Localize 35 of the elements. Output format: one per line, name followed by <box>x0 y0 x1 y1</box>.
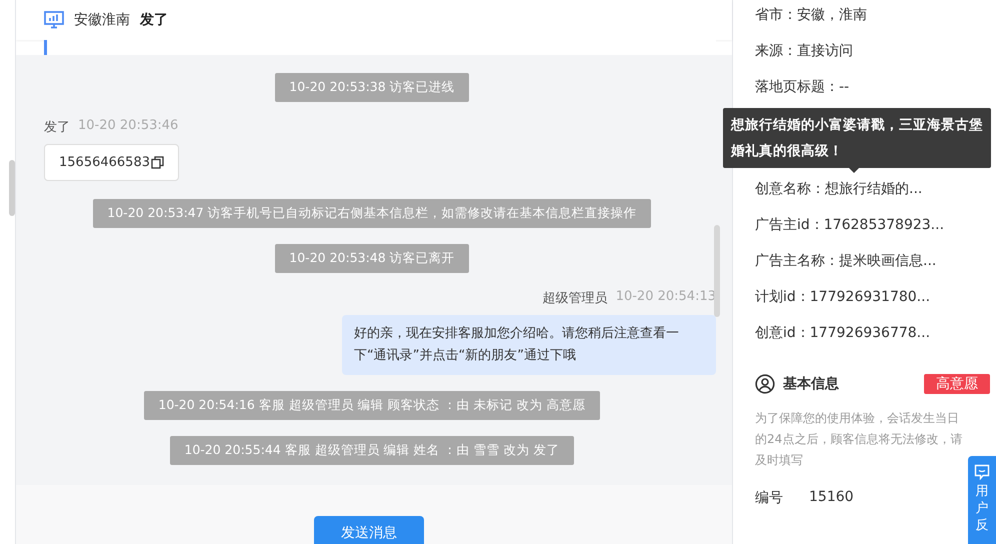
chat-icon <box>974 464 990 480</box>
scrollbar-thumb[interactable] <box>714 225 720 317</box>
scrollbar-thumb[interactable] <box>9 160 15 216</box>
system-message: 10-20 20:53:47 访客手机号已自动标记右侧基本信息栏，如需修改请在基本信息栏直接操作 <box>93 199 651 228</box>
send-button[interactable]: 发送消息 <box>314 516 424 544</box>
monitor-chart-icon <box>44 11 64 29</box>
status-tag[interactable]: 高意愿 <box>924 374 990 394</box>
info-row-text: 广告主id：176285378923... <box>755 216 946 235</box>
sender-name: 超级管理员 <box>542 290 608 307</box>
feedback-button[interactable]: 用户反 <box>968 456 996 544</box>
message-time: 10-20 20:53:46 <box>78 118 178 135</box>
system-message: 10-20 20:53:38 访客已进线 <box>275 73 469 102</box>
message-bubble: 好的亲，现在安排客服加您介绍哈。请您稍后注意查看一下“通讯录”并点击“新的朋友”通过下哦 <box>342 315 716 375</box>
section-title: 基本信息 <box>783 375 840 393</box>
message-time: 10-20 20:54:13 <box>616 289 716 306</box>
user-icon <box>755 374 775 394</box>
notice-text: 为了保障您的使用体验，会话发生当日的24点之后，顾客信息将无法修改，请及时填写 <box>755 410 964 469</box>
info-row-text: 省市：安徽，淮南 <box>755 6 868 25</box>
field-label: 编号 <box>755 489 783 507</box>
tooltip-text: 想旅行结婚的小富婆请戳，三亚海景古堡婚礼真的很高级！ <box>731 117 983 159</box>
copy-icon[interactable] <box>150 156 164 169</box>
system-message: 10-20 20:53:48 访客已离开 <box>275 244 469 273</box>
sender-name: 发了 <box>44 119 70 136</box>
info-row-text: 创意名称：想旅行结婚的... <box>755 180 924 199</box>
info-row-text: 广告主名称：提米映画信息... <box>755 252 938 271</box>
visitor-name: 发了 <box>140 11 168 29</box>
message-bubble: 15656466583 <box>44 144 179 181</box>
system-message: 10-20 20:55:44 客服 超级管理员 编辑 姓名 ：由 雪雪 改为 发了 <box>170 436 574 465</box>
system-message: 10-20 20:54:16 客服 超级管理员 编辑 顾客状态 ：由 未标记 改为 高意愿 <box>144 391 600 420</box>
info-row-text: 创意id：177926936778... <box>755 324 932 343</box>
info-row-text: 计划id：177926931780... <box>755 288 932 307</box>
field-value: 15160 <box>809 489 854 507</box>
info-row-text: 来源：直接访问 <box>755 42 854 61</box>
visitor-location: 安徽淮南 <box>74 11 130 29</box>
info-row-text: 落地页标题：-- <box>755 78 850 97</box>
